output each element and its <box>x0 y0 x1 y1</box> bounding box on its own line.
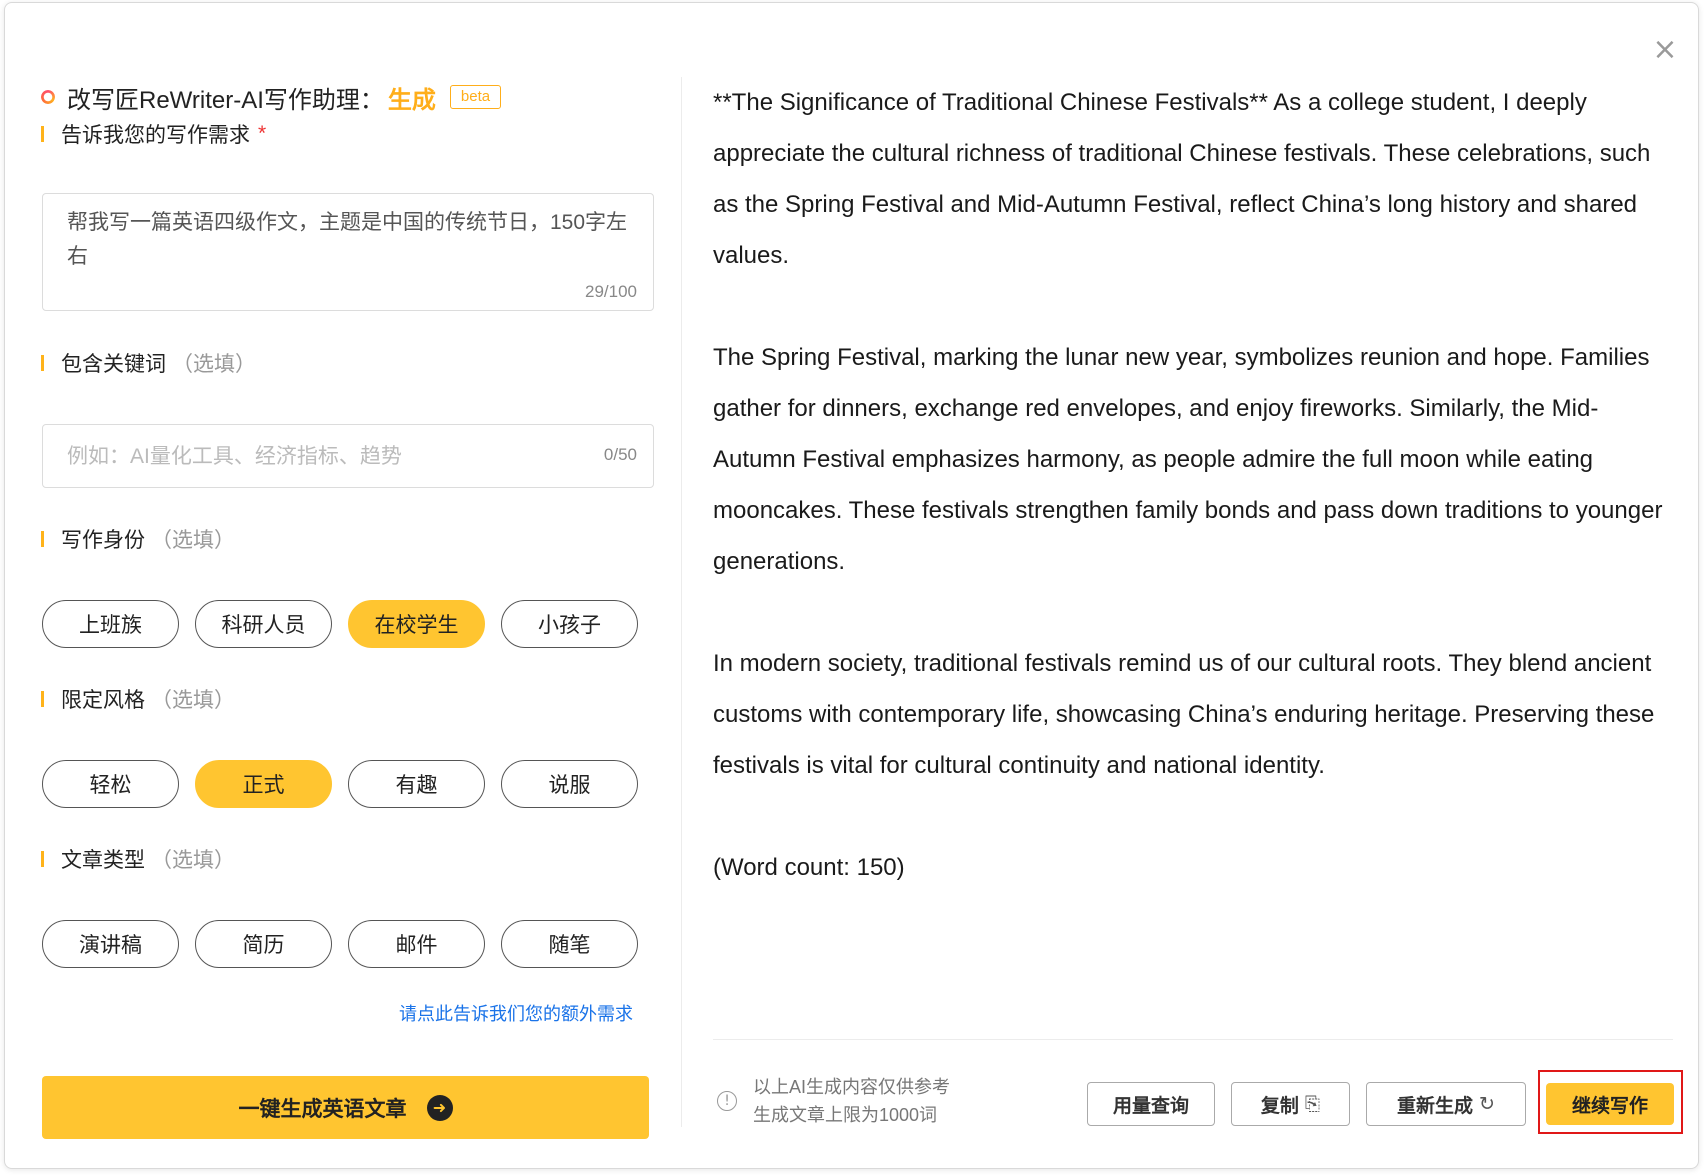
generate-article-button[interactable]: 一键生成英语文章 ➜ <box>42 1076 649 1139</box>
keywords-input[interactable] <box>65 435 549 479</box>
keywords-counter: 0/50 <box>603 445 637 464</box>
article-type-label-text: 文章类型 <box>61 849 145 872</box>
close-icon[interactable]: × <box>1650 35 1680 65</box>
identity-options: 上班族 科研人员 在校学生 小孩子 <box>42 600 638 648</box>
style-option-fun[interactable]: 有趣 <box>348 760 485 808</box>
regenerate-label: 重新生成 <box>1397 1095 1474 1117</box>
style-option-formal[interactable]: 正式 <box>195 760 332 808</box>
requirement-textarea[interactable]: 帮我写一篇英语四级作文，主题是中国的传统节日，150字左右 29/100 <box>42 193 654 311</box>
keywords-field[interactable]: 0/50 <box>42 424 654 488</box>
article-type-option-speech[interactable]: 演讲稿 <box>42 920 179 968</box>
arrow-right-icon: ➜ <box>426 1094 453 1121</box>
style-option-relaxed[interactable]: 轻松 <box>42 760 179 808</box>
regenerate-button[interactable]: 重新生成 ↻ <box>1366 1082 1526 1126</box>
article-paragraph: The Spring Festival, marking the lunar n… <box>713 344 1663 575</box>
app-header: 改写匠ReWriter-AI写作助理： 生成 beta <box>41 77 502 117</box>
label-bar <box>41 355 44 371</box>
identity-option-office-worker[interactable]: 上班族 <box>42 600 179 648</box>
app-title: 改写匠ReWriter-AI写作助理： <box>67 86 384 114</box>
refresh-icon: ↻ <box>1479 1093 1495 1115</box>
beta-badge: beta <box>449 85 502 109</box>
keywords-label: 包含关键词 （选填） <box>41 348 256 378</box>
article-type-option-email[interactable]: 邮件 <box>348 920 485 968</box>
app-mode: 生成 <box>387 86 436 114</box>
article-type-options: 演讲稿 简历 邮件 随笔 <box>42 920 638 968</box>
copy-icon: ⎘ <box>1304 1093 1321 1115</box>
article-type-label: 文章类型 （选填） <box>41 844 235 874</box>
copy-button[interactable]: 复制 ⎘ <box>1231 1082 1350 1126</box>
extra-requirements-link[interactable]: 请点此告诉我们您的额外需求 <box>399 1000 633 1026</box>
ai-notice: ! 以上AI生成内容仅供参考 生成文章上限为1000词 <box>717 1073 950 1129</box>
generate-button-label: 一键生成英语文章 <box>238 1097 407 1121</box>
usage-query-button[interactable]: 用量查询 <box>1087 1082 1215 1126</box>
notice-line-1: 以上AI生成内容仅供参考 <box>753 1077 951 1097</box>
footer-divider <box>713 1039 1673 1040</box>
panel-divider <box>681 77 682 1127</box>
requirement-label: 告诉我您的写作需求 * <box>41 119 266 149</box>
continue-writing-label: 继续写作 <box>1571 1095 1648 1117</box>
usage-query-label: 用量查询 <box>1112 1095 1189 1117</box>
required-mark: * <box>258 122 267 145</box>
info-icon: ! <box>717 1091 737 1111</box>
ring-icon <box>41 90 55 104</box>
identity-optional: （选填） <box>151 529 235 552</box>
requirement-value[interactable]: 帮我写一篇英语四级作文，主题是中国的传统节日，150字左右 <box>67 206 629 274</box>
style-label-text: 限定风格 <box>61 689 145 712</box>
keywords-optional: （选填） <box>172 353 256 376</box>
identity-option-child[interactable]: 小孩子 <box>501 600 638 648</box>
label-bar <box>41 531 44 547</box>
keywords-label-text: 包含关键词 <box>61 353 166 376</box>
label-bar <box>41 851 44 867</box>
notice-text: 以上AI生成内容仅供参考 生成文章上限为1000词 <box>753 1073 950 1129</box>
requirement-counter: 29/100 <box>585 282 637 301</box>
identity-label-text: 写作身份 <box>61 529 145 552</box>
article-paragraph: **The Significance of Traditional Chines… <box>713 89 1651 269</box>
generated-article: **The Significance of Traditional Chines… <box>713 77 1673 944</box>
article-type-optional: （选填） <box>151 849 235 872</box>
identity-option-student[interactable]: 在校学生 <box>348 600 485 648</box>
label-bar <box>41 691 44 707</box>
article-paragraph: (Word count: 150) <box>713 854 905 881</box>
article-paragraph: In modern society, traditional festivals… <box>713 650 1655 779</box>
continue-writing-button[interactable]: 继续写作 <box>1546 1083 1674 1125</box>
article-type-option-resume[interactable]: 简历 <box>195 920 332 968</box>
rewriter-dialog: × 改写匠ReWriter-AI写作助理： 生成 beta 告诉我您的写作需求 … <box>4 2 1699 1169</box>
requirement-label-text: 告诉我您的写作需求 <box>61 124 250 147</box>
identity-label: 写作身份 （选填） <box>41 524 235 554</box>
style-label: 限定风格 （选填） <box>41 684 235 714</box>
style-optional: （选填） <box>151 689 235 712</box>
identity-option-researcher[interactable]: 科研人员 <box>195 600 332 648</box>
article-type-option-essay[interactable]: 随笔 <box>501 920 638 968</box>
notice-line-2: 生成文章上限为1000词 <box>753 1105 938 1125</box>
label-bar <box>41 126 44 142</box>
style-options: 轻松 正式 有趣 说服 <box>42 760 638 808</box>
copy-label: 复制 <box>1260 1095 1299 1117</box>
style-option-persuasive[interactable]: 说服 <box>501 760 638 808</box>
